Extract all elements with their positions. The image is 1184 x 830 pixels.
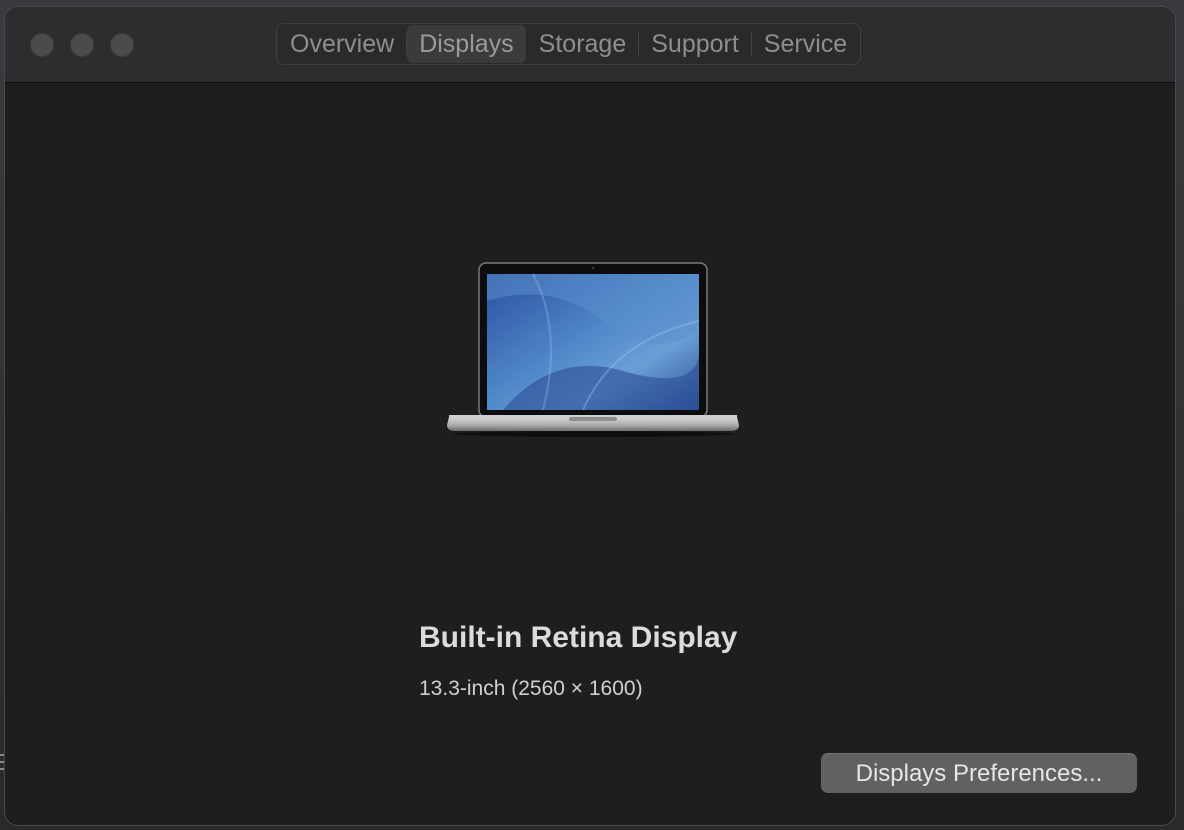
macbook-laptop-icon: [447, 262, 739, 437]
tab-displays[interactable]: Displays: [407, 25, 526, 63]
about-this-mac-window: Overview Displays Storage Support Servic…: [4, 6, 1176, 826]
display-spec: 13.3-inch (2560 × 1600): [419, 677, 643, 700]
displays-pane: Built-in Retina Display 13.3-inch (2560 …: [5, 83, 1175, 825]
displays-preferences-button[interactable]: Displays Preferences...: [821, 753, 1137, 793]
tab-bar: Overview Displays Storage Support Servic…: [276, 23, 862, 65]
tab-storage[interactable]: Storage: [527, 25, 639, 63]
tab-support[interactable]: Support: [639, 25, 751, 63]
tab-overview[interactable]: Overview: [278, 25, 406, 63]
window-titlebar: Overview Displays Storage Support Servic…: [5, 7, 1175, 83]
tab-service[interactable]: Service: [752, 25, 859, 63]
zoom-window-button[interactable]: [110, 33, 134, 57]
display-name: Built-in Retina Display: [419, 621, 738, 654]
minimize-window-button[interactable]: [70, 33, 94, 57]
close-window-button[interactable]: [30, 33, 54, 57]
